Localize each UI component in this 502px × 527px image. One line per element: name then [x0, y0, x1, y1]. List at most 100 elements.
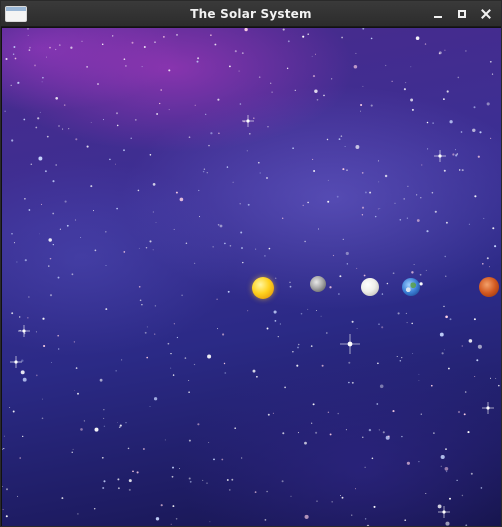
star	[55, 164, 58, 166]
star	[370, 104, 373, 107]
star	[75, 367, 78, 369]
star	[119, 424, 122, 427]
star	[368, 428, 372, 432]
star	[18, 82, 20, 84]
star	[266, 177, 268, 179]
star	[311, 55, 313, 57]
close-icon	[481, 9, 491, 19]
star	[452, 153, 455, 156]
star	[80, 428, 83, 431]
star	[405, 312, 407, 314]
star	[217, 223, 220, 226]
star	[58, 348, 60, 350]
star	[419, 273, 422, 276]
star	[41, 417, 44, 420]
star	[297, 432, 299, 434]
star	[152, 211, 155, 213]
star	[234, 427, 237, 430]
star	[371, 457, 374, 460]
star	[55, 48, 57, 51]
star	[154, 305, 157, 307]
star	[6, 488, 8, 491]
star	[378, 429, 380, 431]
star	[412, 352, 414, 355]
star	[44, 170, 47, 173]
star	[281, 480, 284, 483]
star	[105, 231, 107, 233]
star	[167, 342, 170, 345]
star	[173, 323, 175, 325]
star	[72, 448, 74, 450]
maximize-icon	[458, 10, 466, 18]
star	[62, 128, 64, 130]
star	[356, 267, 358, 269]
star	[208, 442, 210, 443]
star	[327, 179, 329, 181]
star	[264, 519, 267, 521]
star	[189, 480, 192, 483]
star	[52, 244, 54, 246]
star	[185, 242, 188, 244]
star	[361, 206, 365, 209]
star	[247, 203, 250, 206]
star	[152, 183, 156, 186]
star	[188, 439, 191, 442]
star	[286, 67, 289, 70]
minimize-button[interactable]	[429, 5, 447, 23]
maximize-button[interactable]	[453, 5, 471, 23]
star	[338, 138, 341, 140]
star	[273, 310, 277, 314]
star	[456, 153, 458, 155]
star	[426, 121, 429, 124]
star	[461, 345, 463, 347]
star	[345, 429, 347, 431]
star	[101, 43, 104, 45]
star	[351, 320, 354, 323]
star	[472, 128, 476, 133]
star	[424, 43, 427, 45]
star	[449, 318, 452, 321]
star	[327, 200, 330, 203]
bright-star	[434, 150, 446, 162]
star	[27, 317, 29, 319]
star	[346, 263, 348, 265]
star	[446, 90, 449, 93]
star	[374, 215, 377, 218]
star	[384, 174, 388, 178]
star	[226, 479, 229, 481]
star	[449, 120, 453, 124]
star	[241, 52, 244, 54]
star	[444, 466, 449, 471]
star	[83, 420, 86, 422]
star	[223, 362, 226, 365]
star	[172, 505, 175, 508]
star	[37, 117, 40, 120]
star	[457, 410, 461, 414]
star	[117, 421, 118, 423]
star	[456, 479, 458, 482]
star	[385, 64, 387, 67]
star	[468, 223, 470, 225]
solar-system-canvas[interactable]	[2, 28, 501, 526]
star	[470, 472, 473, 475]
star	[168, 69, 171, 72]
close-button[interactable]	[477, 5, 495, 23]
star	[193, 262, 196, 265]
star	[379, 384, 384, 389]
star	[217, 98, 220, 101]
star	[431, 191, 434, 194]
star	[329, 286, 332, 289]
title-bar[interactable]: The Solar System	[1, 1, 501, 27]
star	[22, 377, 27, 382]
star	[134, 118, 137, 121]
star	[239, 103, 242, 105]
star	[194, 104, 196, 106]
star	[310, 345, 313, 347]
star	[329, 433, 332, 436]
star	[430, 384, 433, 387]
star	[464, 391, 467, 393]
star	[445, 448, 447, 450]
star	[341, 36, 343, 39]
star	[396, 356, 398, 357]
window-app-icon[interactable]	[5, 6, 27, 22]
